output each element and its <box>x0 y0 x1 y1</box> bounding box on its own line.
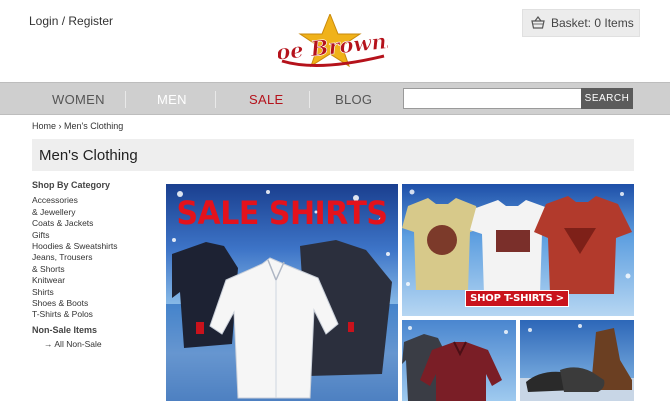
nav-item-blog[interactable]: BLOG <box>335 83 372 114</box>
search-button[interactable]: SEARCH <box>581 88 633 109</box>
main-nav: WOMEN MEN SALE BLOG SEARCH <box>0 82 670 115</box>
site-header: Login / Register Joe Browns Basket: 0 It… <box>0 0 670 82</box>
joe-browns-logo[interactable]: Joe Browns <box>261 12 400 74</box>
category-sidebar: Shop By Category Accessories & Jewellery… <box>32 180 157 351</box>
non-sale-heading: Non-Sale Items <box>32 324 98 335</box>
nav-item-women[interactable]: WOMEN <box>52 83 105 114</box>
shoes-image <box>520 324 634 401</box>
sale-shirts-banner[interactable]: SALE SHIRTS <box>166 184 398 401</box>
sidebar-item-shoes[interactable]: Shoes & Boots <box>32 298 157 309</box>
sidebar-item-gifts[interactable]: Gifts <box>32 230 157 241</box>
login-register-label[interactable]: Login / Register <box>29 14 113 28</box>
logo-text: Joe Browns <box>278 27 388 66</box>
page-title: Men's Clothing <box>39 147 138 164</box>
sidebar-item-jeans[interactable]: Jeans, Trousers & Shorts <box>32 252 94 275</box>
breadcrumb-current: Men's Clothing <box>64 121 124 131</box>
login-register-link[interactable]: Login / Register <box>29 14 113 28</box>
basket-label: Basket: 0 Items <box>551 16 634 30</box>
knitwear-banner[interactable] <box>402 320 516 401</box>
sidebar-item-hoodies[interactable]: Hoodies & Sweatshirts <box>32 241 157 252</box>
sale-shirts-headline: SALE SHIRTS <box>176 194 388 233</box>
breadcrumb-home-link[interactable]: Home <box>32 121 56 131</box>
sidebar-item-tshirts[interactable]: T-Shirts & Polos <box>32 309 157 320</box>
basket-button[interactable]: Basket: 0 Items <box>522 9 640 37</box>
nav-divider <box>215 91 216 108</box>
nav-item-sale[interactable]: SALE <box>249 83 283 114</box>
sidebar-item-coats[interactable]: Coats & Jackets <box>32 218 157 229</box>
sidebar-item-shirts[interactable]: Shirts <box>32 287 157 298</box>
sidebar-item-knitwear[interactable]: Knitwear <box>32 275 157 286</box>
shoes-banner[interactable] <box>520 320 634 401</box>
shop-tshirts-banner[interactable]: SHOP T-SHIRTS > <box>402 184 634 316</box>
knitwear-image <box>402 326 508 401</box>
page-title-bar: Men's Clothing <box>32 139 634 171</box>
nav-divider <box>309 91 310 108</box>
shop-tshirts-button[interactable]: SHOP T-SHIRTS > <box>465 290 569 307</box>
breadcrumb: Home › Men's Clothing <box>32 121 123 131</box>
sidebar-item-accessories[interactable]: Accessories & Jewellery <box>32 195 84 218</box>
all-non-sale-link[interactable]: → All Non-Sale <box>32 339 157 350</box>
breadcrumb-separator: › <box>58 121 62 131</box>
basket-icon <box>531 16 545 29</box>
nav-item-men[interactable]: MEN <box>157 83 187 114</box>
logo-star-icon: Joe Browns <box>261 12 400 68</box>
nav-divider <box>125 91 126 108</box>
sidebar-heading: Shop By Category <box>32 180 111 190</box>
search-input[interactable] <box>403 88 582 109</box>
